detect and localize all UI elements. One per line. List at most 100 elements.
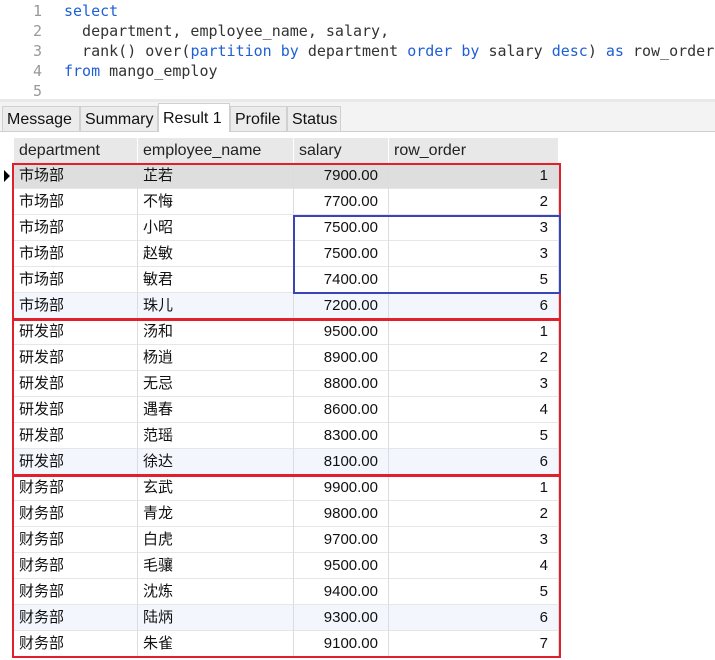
code-line[interactable]: 1 select xyxy=(0,1,715,21)
table-row[interactable]: 市场部 敏君 7400.00 5 xyxy=(14,267,559,293)
table-row[interactable]: 财务部 白虎 9700.00 3 xyxy=(14,527,559,553)
row-order-cell[interactable]: 1 xyxy=(389,475,559,501)
table-row[interactable]: 市场部 珠儿 7200.00 6 xyxy=(14,293,559,319)
table-row[interactable]: 财务部 毛骧 9500.00 4 xyxy=(14,553,559,579)
employee-name-cell[interactable]: 徐达 xyxy=(138,449,294,475)
department-cell[interactable]: 市场部 xyxy=(14,215,138,241)
table-row[interactable]: 财务部 朱雀 9100.00 7 xyxy=(14,631,559,657)
row-order-cell[interactable]: 3 xyxy=(389,215,559,241)
department-cell[interactable]: 市场部 xyxy=(14,241,138,267)
department-cell[interactable]: 研发部 xyxy=(14,423,138,449)
department-cell[interactable]: 财务部 xyxy=(14,631,138,657)
table-row[interactable]: 市场部 芷若 7900.00 1 xyxy=(14,163,559,189)
row-order-cell[interactable]: 7 xyxy=(389,631,559,657)
department-cell[interactable]: 研发部 xyxy=(14,319,138,345)
salary-cell[interactable]: 8300.00 xyxy=(294,423,389,449)
employee-name-column-header[interactable]: employee_name xyxy=(138,138,294,163)
salary-cell[interactable]: 9300.00 xyxy=(294,605,389,631)
salary-cell[interactable]: 9800.00 xyxy=(294,501,389,527)
salary-cell[interactable]: 8100.00 xyxy=(294,449,389,475)
department-cell[interactable]: 财务部 xyxy=(14,605,138,631)
code-line[interactable]: 3 rank() over(partition by department or… xyxy=(0,41,715,61)
employee-name-cell[interactable]: 白虎 xyxy=(138,527,294,553)
table-row[interactable]: 市场部 不悔 7700.00 2 xyxy=(14,189,559,215)
employee-name-cell[interactable]: 无忌 xyxy=(138,371,294,397)
salary-cell[interactable]: 8600.00 xyxy=(294,397,389,423)
department-cell[interactable]: 研发部 xyxy=(14,397,138,423)
row-order-cell[interactable]: 1 xyxy=(389,319,559,345)
row-order-cell[interactable]: 4 xyxy=(389,553,559,579)
department-cell[interactable]: 研发部 xyxy=(14,449,138,475)
table-row[interactable]: 研发部 无忌 8800.00 3 xyxy=(14,371,559,397)
employee-name-cell[interactable]: 遇春 xyxy=(138,397,294,423)
table-row[interactable]: 市场部 赵敏 7500.00 3 xyxy=(14,241,559,267)
department-cell[interactable]: 市场部 xyxy=(14,163,138,189)
department-cell[interactable]: 市场部 xyxy=(14,267,138,293)
employee-name-cell[interactable]: 小昭 xyxy=(138,215,294,241)
employee-name-cell[interactable]: 不悔 xyxy=(138,189,294,215)
salary-cell[interactable]: 9500.00 xyxy=(294,553,389,579)
salary-cell[interactable]: 9100.00 xyxy=(294,631,389,657)
department-cell[interactable]: 财务部 xyxy=(14,475,138,501)
department-cell[interactable]: 市场部 xyxy=(14,189,138,215)
code-line[interactable]: 5 xyxy=(0,81,715,101)
row-order-cell[interactable]: 6 xyxy=(389,449,559,475)
salary-cell[interactable]: 9400.00 xyxy=(294,579,389,605)
employee-name-cell[interactable]: 范瑶 xyxy=(138,423,294,449)
table-row[interactable]: 研发部 杨逍 8900.00 2 xyxy=(14,345,559,371)
employee-name-cell[interactable]: 青龙 xyxy=(138,501,294,527)
department-cell[interactable]: 财务部 xyxy=(14,553,138,579)
department-column-header[interactable]: department xyxy=(14,138,138,163)
code-line[interactable]: 4 from mango_employ xyxy=(0,61,715,81)
salary-cell[interactable]: 7500.00 xyxy=(294,215,389,241)
salary-cell[interactable]: 7400.00 xyxy=(294,267,389,293)
row-order-cell[interactable]: 5 xyxy=(389,423,559,449)
tab-summary[interactable]: Summary xyxy=(80,106,158,131)
row-order-cell[interactable]: 5 xyxy=(389,579,559,605)
table-row[interactable]: 财务部 陆炳 9300.00 6 xyxy=(14,605,559,631)
row-order-cell[interactable]: 2 xyxy=(389,345,559,371)
salary-cell[interactable]: 7500.00 xyxy=(294,241,389,267)
salary-column-header[interactable]: salary xyxy=(294,138,389,163)
table-row[interactable]: 研发部 遇春 8600.00 4 xyxy=(14,397,559,423)
table-row[interactable]: 财务部 玄武 9900.00 1 xyxy=(14,475,559,501)
row-order-column-header[interactable]: row_order xyxy=(389,138,559,163)
salary-cell[interactable]: 9500.00 xyxy=(294,319,389,345)
department-cell[interactable]: 研发部 xyxy=(14,371,138,397)
department-cell[interactable]: 研发部 xyxy=(14,345,138,371)
salary-cell[interactable]: 8800.00 xyxy=(294,371,389,397)
employee-name-cell[interactable]: 敏君 xyxy=(138,267,294,293)
row-order-cell[interactable]: 5 xyxy=(389,267,559,293)
row-order-cell[interactable]: 4 xyxy=(389,397,559,423)
tab-message[interactable]: Message xyxy=(2,106,80,131)
row-order-cell[interactable]: 3 xyxy=(389,241,559,267)
table-row[interactable]: 研发部 范瑶 8300.00 5 xyxy=(14,423,559,449)
row-order-cell[interactable]: 1 xyxy=(389,163,559,189)
salary-cell[interactable]: 7900.00 xyxy=(294,163,389,189)
employee-name-cell[interactable]: 芷若 xyxy=(138,163,294,189)
employee-name-cell[interactable]: 毛骧 xyxy=(138,553,294,579)
table-row[interactable]: 财务部 沈炼 9400.00 5 xyxy=(14,579,559,605)
salary-cell[interactable]: 8900.00 xyxy=(294,345,389,371)
department-cell[interactable]: 财务部 xyxy=(14,501,138,527)
employee-name-cell[interactable]: 玄武 xyxy=(138,475,294,501)
salary-cell[interactable]: 7700.00 xyxy=(294,189,389,215)
salary-cell[interactable]: 7200.00 xyxy=(294,293,389,319)
row-order-cell[interactable]: 2 xyxy=(389,189,559,215)
row-order-cell[interactable]: 2 xyxy=(389,501,559,527)
table-row[interactable]: 研发部 徐达 8100.00 6 xyxy=(14,449,559,475)
table-row[interactable]: 财务部 青龙 9800.00 2 xyxy=(14,501,559,527)
department-cell[interactable]: 财务部 xyxy=(14,579,138,605)
code-line[interactable]: 2 department, employee_name, salary, xyxy=(0,21,715,41)
employee-name-cell[interactable]: 赵敏 xyxy=(138,241,294,267)
employee-name-cell[interactable]: 珠儿 xyxy=(138,293,294,319)
department-cell[interactable]: 市场部 xyxy=(14,293,138,319)
employee-name-cell[interactable]: 朱雀 xyxy=(138,631,294,657)
tab-result-1[interactable]: Result 1 xyxy=(158,103,230,132)
row-order-cell[interactable]: 3 xyxy=(389,371,559,397)
row-order-cell[interactable]: 3 xyxy=(389,527,559,553)
employee-name-cell[interactable]: 杨逍 xyxy=(138,345,294,371)
sql-editor[interactable]: 1 select 2 department, employee_name, sala… xyxy=(0,0,715,101)
employee-name-cell[interactable]: 沈炼 xyxy=(138,579,294,605)
salary-cell[interactable]: 9900.00 xyxy=(294,475,389,501)
